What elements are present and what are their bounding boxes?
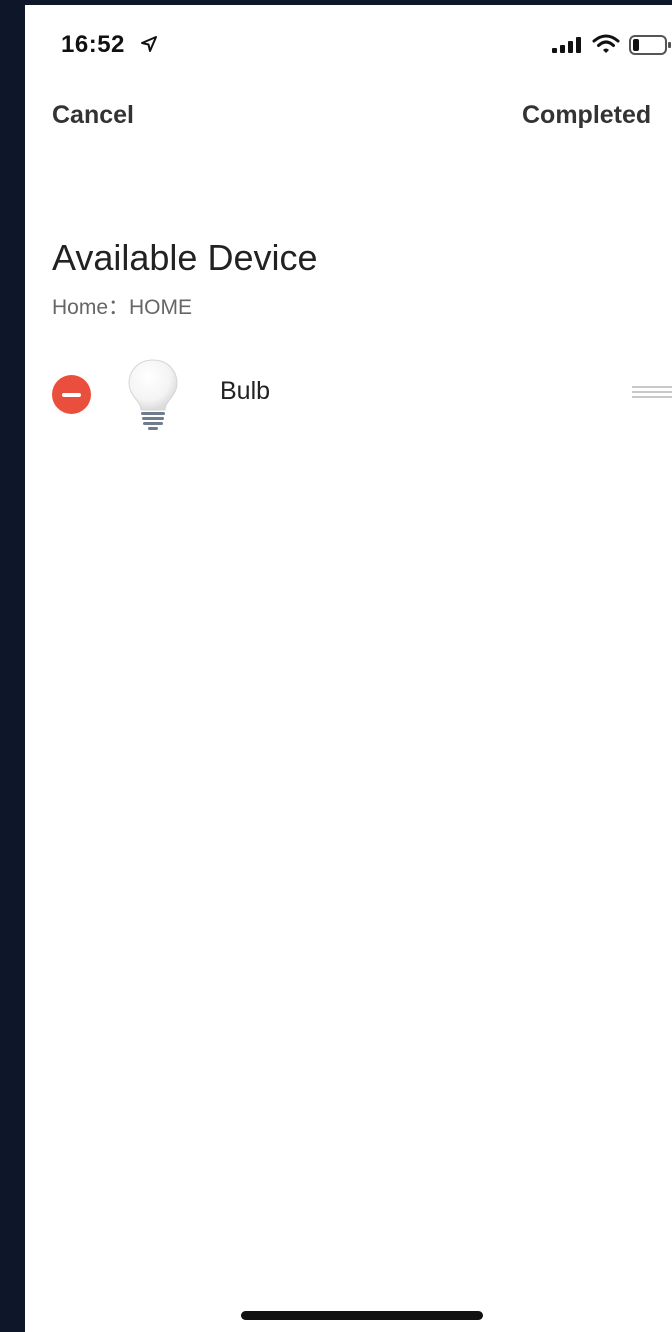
battery-icon	[629, 35, 671, 55]
status-time: 16:52	[61, 31, 125, 58]
home-indicator[interactable]	[241, 1311, 483, 1320]
location-icon	[141, 36, 157, 52]
home-label: Home：HOME	[52, 296, 193, 319]
signal-icon	[552, 37, 581, 53]
device-name: Bulb	[220, 377, 271, 405]
drag-handle-icon[interactable]	[632, 386, 672, 402]
completed-button[interactable]: Completed	[522, 101, 651, 130]
wifi-icon	[592, 34, 620, 53]
bulb-icon	[128, 359, 178, 430]
remove-device-button[interactable]	[52, 375, 91, 414]
page-title: Available Device	[52, 237, 318, 278]
remove-icon	[62, 392, 81, 397]
phone-screen: 16:52 Cancel Completed Available Device …	[25, 5, 672, 1332]
cancel-button[interactable]: Cancel	[52, 101, 134, 130]
status-bar: 16:52	[25, 5, 672, 85]
device-row: Bulb	[25, 350, 672, 440]
